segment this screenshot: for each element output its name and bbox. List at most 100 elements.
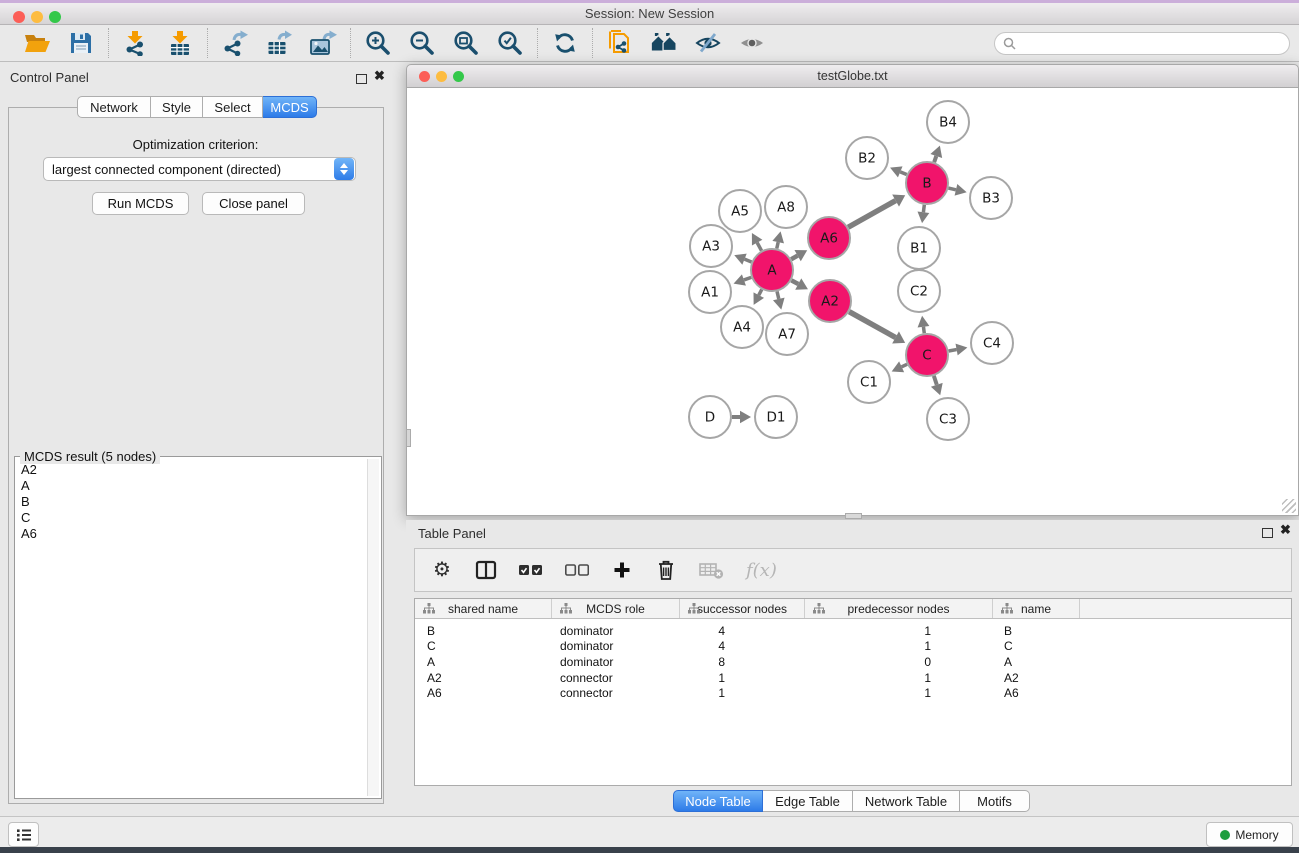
splitter-handle-left[interactable] <box>406 429 411 447</box>
edge-C-C2[interactable] <box>923 327 924 333</box>
network-graph[interactable]: B4B2BB3A5A8A6A3B1AA1C2A2A4A7C4CC1C3DD1 <box>407 88 1298 514</box>
table-cell[interactable]: 4 <box>680 639 805 653</box>
task-history-button[interactable] <box>8 822 39 847</box>
table-cell[interactable]: 1 <box>680 686 805 700</box>
tab-select[interactable]: Select <box>203 96 263 118</box>
table-cell[interactable]: 0 <box>805 655 993 669</box>
save-session-icon[interactable] <box>67 30 95 56</box>
import-table-icon[interactable] <box>166 30 194 56</box>
criterion-dropdown[interactable]: largest connected component (directed) <box>43 157 356 181</box>
edge-A-A5[interactable] <box>757 243 761 251</box>
import-network-icon[interactable] <box>122 30 150 56</box>
table-cell[interactable]: 1 <box>805 624 993 638</box>
edge-A-A4[interactable] <box>759 289 762 295</box>
minimize-window-icon[interactable] <box>31 11 43 23</box>
table-float-icon[interactable] <box>1262 528 1273 538</box>
table-cell[interactable]: 1 <box>805 686 993 700</box>
column-header-successor-nodes[interactable]: successor nodes <box>680 599 805 618</box>
open-session-icon[interactable] <box>23 30 51 56</box>
run-mcds-button[interactable]: Run MCDS <box>92 192 189 215</box>
table-row[interactable]: Bdominator41B <box>415 623 1291 639</box>
float-panel-icon[interactable] <box>356 74 367 84</box>
search-field[interactable] <box>994 32 1290 55</box>
table-cell[interactable]: A <box>993 655 1080 669</box>
mcds-result-item[interactable]: A <box>21 478 367 494</box>
zoom-window-icon[interactable] <box>49 11 61 23</box>
close-window-icon[interactable] <box>13 11 25 23</box>
edge-A-A1[interactable] <box>744 277 751 280</box>
table-cell[interactable]: A6 <box>993 686 1080 700</box>
split-view-icon[interactable] <box>475 559 497 581</box>
edge-C-C4[interactable] <box>949 350 957 351</box>
tab-mcds[interactable]: MCDS <box>263 96 317 118</box>
mcds-result-item[interactable]: A2 <box>21 462 367 478</box>
column-header-shared-name[interactable]: shared name <box>415 599 552 618</box>
table-cell[interactable]: dominator <box>552 624 680 638</box>
edge-B-B3[interactable] <box>948 188 956 190</box>
table-row[interactable]: A2connector11A2 <box>415 670 1291 686</box>
splitter-handle-bottom[interactable] <box>845 513 862 519</box>
table-cell[interactable]: A2 <box>993 671 1080 685</box>
edge-A-A3[interactable] <box>745 259 752 262</box>
net-minimize-icon[interactable] <box>436 71 447 82</box>
edge-B-B4[interactable] <box>934 156 936 162</box>
edge-B-B2[interactable] <box>900 172 906 175</box>
table-cell[interactable]: C <box>993 639 1080 653</box>
edge-A6-B[interactable] <box>848 201 895 228</box>
table-tab-node-table[interactable]: Node Table <box>673 790 763 812</box>
table-close-icon[interactable]: ✖ <box>1280 522 1291 538</box>
table-cell[interactable]: 4 <box>680 624 805 638</box>
close-panel-button[interactable]: Close panel <box>202 192 305 215</box>
column-header-predecessor-nodes[interactable]: predecessor nodes <box>805 599 993 618</box>
export-image-icon[interactable] <box>309 30 337 56</box>
tab-network[interactable]: Network <box>77 96 151 118</box>
refresh-icon[interactable] <box>551 30 579 56</box>
resize-grip-icon[interactable] <box>1282 499 1296 513</box>
table-cell[interactable]: 1 <box>805 639 993 653</box>
show-panels-icon[interactable] <box>650 30 678 56</box>
table-tab-motifs[interactable]: Motifs <box>960 790 1030 812</box>
table-tab-edge-table[interactable]: Edge Table <box>763 790 853 812</box>
memory-button[interactable]: Memory <box>1206 822 1293 847</box>
delete-table-icon[interactable] <box>699 561 724 579</box>
mcds-result-list[interactable]: A2ABCA6 <box>17 459 367 796</box>
column-header-name[interactable]: name <box>993 599 1080 618</box>
function-builder-icon[interactable]: f(x) <box>746 560 777 581</box>
table-cell[interactable]: A6 <box>415 686 552 700</box>
table-row[interactable]: Cdominator41C <box>415 639 1291 655</box>
mcds-result-item[interactable]: C <box>21 510 367 526</box>
mcds-result-item[interactable]: B <box>21 494 367 510</box>
edge-A2-C[interactable] <box>849 312 895 338</box>
table-cell[interactable]: B <box>415 624 552 638</box>
table-cell[interactable]: connector <box>552 686 680 700</box>
new-network-icon[interactable] <box>606 30 634 56</box>
network-window-titlebar[interactable]: testGlobe.txt <box>406 64 1299 88</box>
select-all-columns-icon[interactable] <box>519 564 543 576</box>
edge-C-C1[interactable] <box>902 364 907 367</box>
network-canvas[interactable]: B4B2BB3A5A8A6A3B1AA1C2A2A4A7C4CC1C3DD1 <box>406 88 1299 516</box>
mcds-result-item[interactable]: A6 <box>21 526 367 542</box>
table-cell[interactable]: C <box>415 639 552 653</box>
zoom-out-icon[interactable] <box>408 30 436 56</box>
table-cell[interactable]: 8 <box>680 655 805 669</box>
table-settings-icon[interactable]: ⚙ <box>431 560 453 580</box>
column-header-MCDS-role[interactable]: MCDS role <box>552 599 680 618</box>
table-cell[interactable]: dominator <box>552 639 680 653</box>
zoom-in-icon[interactable] <box>364 30 392 56</box>
table-cell[interactable]: B <box>993 624 1080 638</box>
export-network-icon[interactable] <box>221 30 249 56</box>
edge-A-A2[interactable] <box>791 280 798 284</box>
show-all-icon[interactable] <box>738 30 766 56</box>
tab-style[interactable]: Style <box>151 96 203 118</box>
table-row[interactable]: A6connector11A6 <box>415 685 1291 701</box>
table-cell[interactable]: dominator <box>552 655 680 669</box>
mcds-scrollbar[interactable] <box>367 459 379 796</box>
table-cell[interactable]: 1 <box>805 671 993 685</box>
close-panel-icon[interactable]: ✖ <box>374 68 385 84</box>
export-table-icon[interactable] <box>265 30 293 56</box>
add-column-icon[interactable] <box>611 561 633 579</box>
table-cell[interactable]: connector <box>552 671 680 685</box>
net-close-icon[interactable] <box>419 71 430 82</box>
table-row[interactable]: Adominator80A <box>415 654 1291 670</box>
table-cell[interactable]: 1 <box>680 671 805 685</box>
